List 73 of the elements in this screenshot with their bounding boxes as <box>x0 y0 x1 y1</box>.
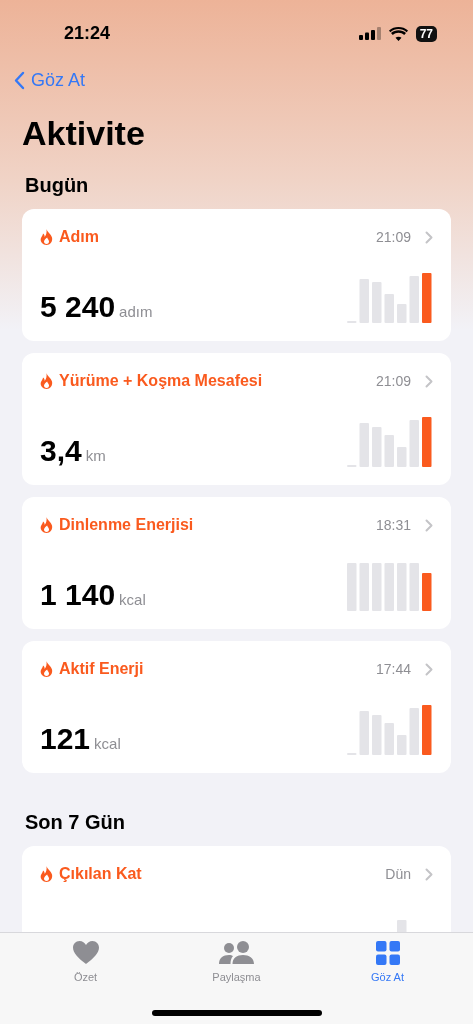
chevron-right-icon <box>425 867 433 881</box>
back-button[interactable]: Göz At <box>14 67 86 94</box>
chart-bar <box>359 711 369 755</box>
chart-bar <box>372 563 382 611</box>
metric-value: 3,4 <box>40 435 82 466</box>
flame-icon <box>40 661 53 677</box>
flame-icon <box>40 229 53 245</box>
metric-unit: kcal <box>119 589 146 610</box>
chart-bar <box>372 282 382 323</box>
metric-unit: kcal <box>94 733 121 754</box>
grid-icon <box>375 941 400 965</box>
chart-bar <box>422 417 432 467</box>
chart-bar <box>359 563 369 611</box>
status-time: 21:24 <box>64 22 111 45</box>
signal-icon <box>358 27 381 40</box>
heart-icon <box>72 941 99 965</box>
section-heading: Son 7 Gün <box>25 810 126 835</box>
metric-title: Yürüme + Koşma Mesafesi <box>59 371 263 391</box>
chevron-right-icon <box>425 374 433 388</box>
metric-card[interactable]: Çıkılan Kat Dün <box>22 846 451 932</box>
metric-time: 17:44 <box>375 659 411 679</box>
chart-bar <box>359 423 369 467</box>
chevron-left-icon <box>14 71 25 90</box>
chevron-right-icon <box>425 518 433 532</box>
metric-card[interactable]: Aktif Enerji 17:44 121 kcal <box>22 641 451 773</box>
metric-value: 121 <box>40 723 91 754</box>
metric-title: Çıkılan Kat <box>59 864 142 884</box>
flame-icon <box>40 517 53 533</box>
chart-bar <box>409 420 419 467</box>
chart-bar <box>422 705 432 755</box>
chart-bar <box>384 563 394 611</box>
chevron-right-icon <box>425 230 433 244</box>
metric-card[interactable]: Yürüme + Koşma Mesafesi 21:09 3,4 km <box>22 353 451 485</box>
flame-icon <box>40 866 53 882</box>
tab-item[interactable]: Paylaşma <box>181 941 292 991</box>
metric-time: 21:09 <box>375 227 411 247</box>
metric-card[interactable]: Dinlenme Enerjisi 18:31 1 140 kcal <box>22 497 451 629</box>
metric-unit: adım <box>119 301 153 322</box>
battery-level: 77 <box>415 25 437 42</box>
metric-title: Adım <box>59 227 99 247</box>
chart-bar <box>409 708 419 755</box>
chart-bar <box>397 735 407 755</box>
tab-item[interactable]: Özet <box>30 941 141 991</box>
metric-unit: km <box>85 445 106 466</box>
metric-time: Dün <box>385 864 411 884</box>
chevron-right-icon <box>425 662 433 676</box>
chart-bar <box>384 294 394 323</box>
metric-time: 21:09 <box>375 371 411 391</box>
metric-value: 5 240 <box>40 291 116 322</box>
chart-bar <box>397 447 407 467</box>
chart-bar <box>409 276 419 323</box>
section-heading: Bugün <box>25 173 90 198</box>
people-icon <box>218 941 255 965</box>
metric-title: Dinlenme Enerjisi <box>59 515 194 535</box>
metric-time: 18:31 <box>375 515 411 535</box>
page-title: Aktivite <box>22 116 146 150</box>
chart-bar <box>409 563 419 611</box>
chart-bar <box>397 563 407 611</box>
metric-title: Aktif Enerji <box>59 659 144 679</box>
chart-bar <box>384 723 394 755</box>
chart-bar <box>372 427 382 467</box>
chart-bar <box>359 279 369 323</box>
chart-bar <box>422 273 432 323</box>
chart-bar <box>397 304 407 323</box>
metric-card[interactable]: Adım 21:09 5 240 adım <box>22 209 451 341</box>
chart-bar <box>347 563 357 611</box>
chart-bar <box>422 573 432 611</box>
chart-bar <box>384 435 394 467</box>
metric-value: 1 140 <box>40 579 116 610</box>
chart-bar <box>372 715 382 755</box>
flame-icon <box>40 373 53 389</box>
wifi-icon <box>388 26 408 41</box>
tab-item[interactable]: Göz At <box>332 941 443 991</box>
